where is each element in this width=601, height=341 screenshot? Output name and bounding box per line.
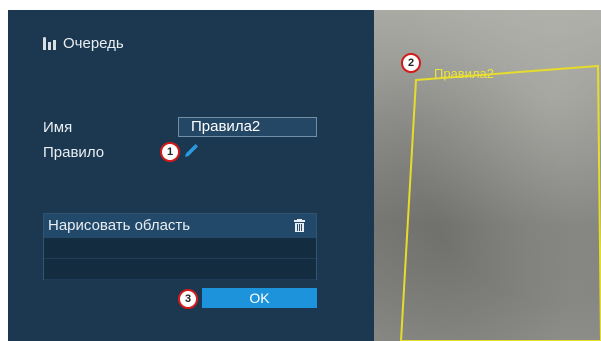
draw-region-label: Нарисовать область [48, 217, 191, 234]
panel-header: Очередь [43, 35, 124, 52]
region-label: Правила2 [434, 66, 495, 81]
queue-icon [43, 37, 56, 50]
list-item [44, 259, 316, 280]
video-preview: Правила2 2 [374, 10, 601, 341]
name-input[interactable]: Правила2 [178, 117, 317, 137]
marker-2: 2 [401, 53, 421, 73]
name-label: Имя [43, 119, 73, 136]
region-list: Нарисовать область [43, 213, 317, 280]
draw-region-row[interactable]: Нарисовать область [44, 214, 316, 238]
page-title: Очередь [63, 35, 124, 52]
marker-3: 3 [178, 289, 198, 309]
list-item [44, 238, 316, 259]
trash-icon[interactable] [293, 219, 306, 232]
marker-1: 1 [160, 142, 180, 162]
ok-button[interactable]: OK [202, 288, 317, 308]
rule-label: Правило [43, 144, 105, 161]
edit-rule-icon[interactable] [183, 143, 199, 159]
